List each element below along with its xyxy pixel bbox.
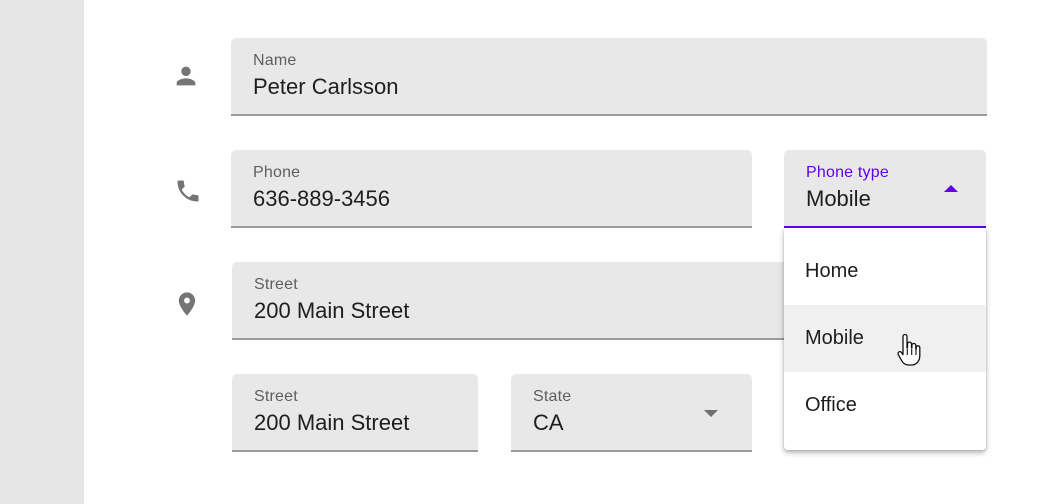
location-pin-icon	[171, 288, 203, 320]
chevron-up-icon[interactable]	[944, 185, 958, 192]
side-panel	[0, 0, 84, 504]
menu-item-home[interactable]: Home	[784, 238, 986, 305]
street-label: Street	[254, 276, 298, 293]
state-label: State	[533, 388, 572, 405]
hand-pointer-cursor	[897, 333, 921, 366]
person-icon	[170, 60, 202, 92]
street-field-2[interactable]: Street 200 Main Street	[232, 374, 478, 452]
name-label: Name	[253, 52, 297, 69]
menu-item-office[interactable]: Office	[784, 372, 986, 439]
state-value: CA	[533, 410, 564, 435]
name-value: Peter Carlsson	[253, 74, 399, 99]
phone-label: Phone	[253, 164, 301, 181]
phone-value: 636-889-3456	[253, 186, 391, 211]
street-value: 200 Main Street	[254, 298, 410, 323]
state-select[interactable]: State CA	[511, 374, 752, 452]
phone-type-select[interactable]: Phone type Mobile	[784, 150, 986, 228]
street-value-2: 200 Main Street	[254, 410, 410, 435]
name-field[interactable]: Name Peter Carlsson	[231, 38, 987, 116]
phone-type-label: Phone type	[806, 164, 889, 181]
phone-type-value: Mobile	[806, 186, 871, 211]
chevron-down-icon[interactable]	[704, 410, 718, 417]
street-label-2: Street	[254, 388, 298, 405]
phone-type-menu: Home Mobile Office	[784, 228, 986, 450]
menu-item-mobile[interactable]: Mobile	[784, 305, 986, 372]
street-field[interactable]: Street 200 Main Street	[232, 262, 792, 340]
phone-field[interactable]: Phone 636-889-3456	[231, 150, 752, 228]
phone-icon	[172, 175, 204, 207]
